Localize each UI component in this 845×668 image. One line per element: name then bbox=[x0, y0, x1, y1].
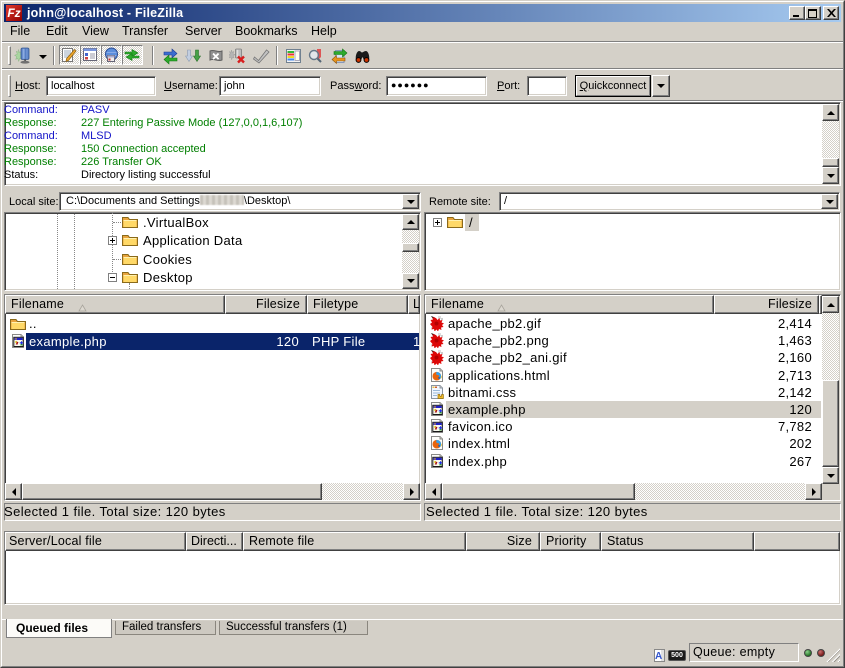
svg-text:A: A bbox=[655, 651, 662, 662]
